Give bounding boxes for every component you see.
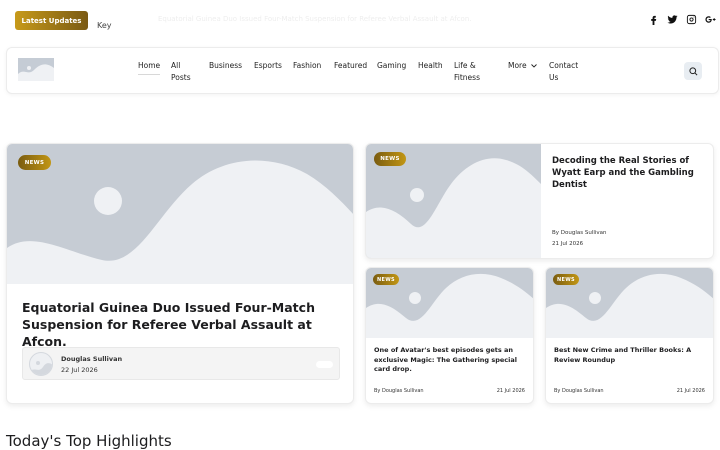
nav-label: Home xyxy=(138,61,161,70)
small-article-card[interactable]: NEWS One of Avatar's best episodes gets … xyxy=(365,267,534,404)
side-feature-title[interactable]: Decoding the Real Stories of Wyatt Earp … xyxy=(552,155,702,191)
news-tag[interactable]: NEWS xyxy=(553,274,579,285)
author-name[interactable]: Douglas Sullivan xyxy=(61,355,122,363)
small-article-title[interactable]: One of Avatar's best episodes gets an ex… xyxy=(374,346,526,375)
twitter-icon[interactable] xyxy=(663,13,682,25)
news-tag[interactable]: NEWS xyxy=(373,274,399,285)
main-navigation: Home All Posts Business Esports Fashion … xyxy=(6,47,719,94)
nav-label: More xyxy=(508,61,527,70)
meta-pill xyxy=(316,361,333,368)
google-plus-icon[interactable] xyxy=(701,13,720,25)
nav-label: Life & xyxy=(454,61,476,70)
facebook-icon[interactable] xyxy=(644,13,663,25)
nav-label-line2: Posts xyxy=(171,73,191,82)
publish-date: 22 Jul 2026 xyxy=(61,366,98,374)
nav-home[interactable]: Home xyxy=(138,60,161,75)
hero-title[interactable]: Equatorial Guinea Duo Issued Four-Match … xyxy=(22,299,342,350)
byline[interactable]: By Douglas Sullivan xyxy=(374,388,424,394)
nav-more[interactable]: More xyxy=(508,60,537,72)
avatar[interactable] xyxy=(29,352,53,376)
nav-label: Featured xyxy=(334,61,368,70)
nav-label: All xyxy=(171,61,181,70)
nav-business[interactable]: Business xyxy=(209,60,242,72)
publish-date: 21 Jul 2026 xyxy=(676,388,705,394)
publish-date: 21 Jul 2026 xyxy=(496,388,525,394)
nav-gaming[interactable]: Gaming xyxy=(377,60,406,72)
latest-updates-badge[interactable]: Latest Updates xyxy=(15,11,88,30)
section-heading: Today's Top Highlights xyxy=(6,432,172,450)
chevron-down-icon xyxy=(530,64,537,68)
hero-image[interactable] xyxy=(7,144,353,284)
nav-contact-us[interactable]: Contact Us xyxy=(549,60,578,84)
nav-label-line2: Us xyxy=(549,73,559,82)
byline[interactable]: By Douglas Sullivan xyxy=(554,388,604,394)
search-icon xyxy=(688,66,697,75)
search-button[interactable] xyxy=(684,62,702,80)
news-tag[interactable]: NEWS xyxy=(374,152,406,166)
social-links xyxy=(644,13,720,25)
site-logo[interactable] xyxy=(18,58,54,81)
side-feature-card[interactable]: NEWS Decoding the Real Stories of Wyatt … xyxy=(365,143,714,259)
nav-label: Business xyxy=(209,61,243,70)
small-article-card[interactable]: NEWS Best New Crime and Thriller Books: … xyxy=(545,267,714,404)
nav-label-line2: Fitness xyxy=(454,73,480,82)
nav-label: Fashion xyxy=(293,61,322,70)
nav-label: Contact xyxy=(549,61,579,70)
ticker-key: Key xyxy=(97,21,112,30)
publish-date: 21 Jul 2026 xyxy=(552,241,584,247)
instagram-icon[interactable] xyxy=(682,13,701,25)
nav-health[interactable]: Health xyxy=(418,60,443,72)
nav-all-posts[interactable]: All Posts xyxy=(171,60,191,84)
ticker-headline[interactable]: Equatorial Guinea Duo Issued Four-Match … xyxy=(158,15,472,23)
news-tag[interactable]: NEWS xyxy=(18,155,51,170)
nav-label: Health xyxy=(418,61,443,70)
byline[interactable]: By Douglas Sullivan xyxy=(552,230,607,236)
nav-life-fitness[interactable]: Life & Fitness xyxy=(454,60,480,84)
nav-esports[interactable]: Esports xyxy=(254,60,282,72)
nav-featured[interactable]: Featured xyxy=(334,60,367,72)
top-bar: Latest Updates Key Equatorial Guinea Duo… xyxy=(0,0,720,40)
small-article-title[interactable]: Best New Crime and Thriller Books: A Rev… xyxy=(554,346,706,365)
nav-label: Gaming xyxy=(377,61,407,70)
hero-article-card[interactable]: NEWS Equatorial Guinea Duo Issued Four-M… xyxy=(6,143,354,404)
author-box: Douglas Sullivan 22 Jul 2026 xyxy=(22,347,340,380)
nav-label: Esports xyxy=(254,61,282,70)
nav-fashion[interactable]: Fashion xyxy=(293,60,321,72)
